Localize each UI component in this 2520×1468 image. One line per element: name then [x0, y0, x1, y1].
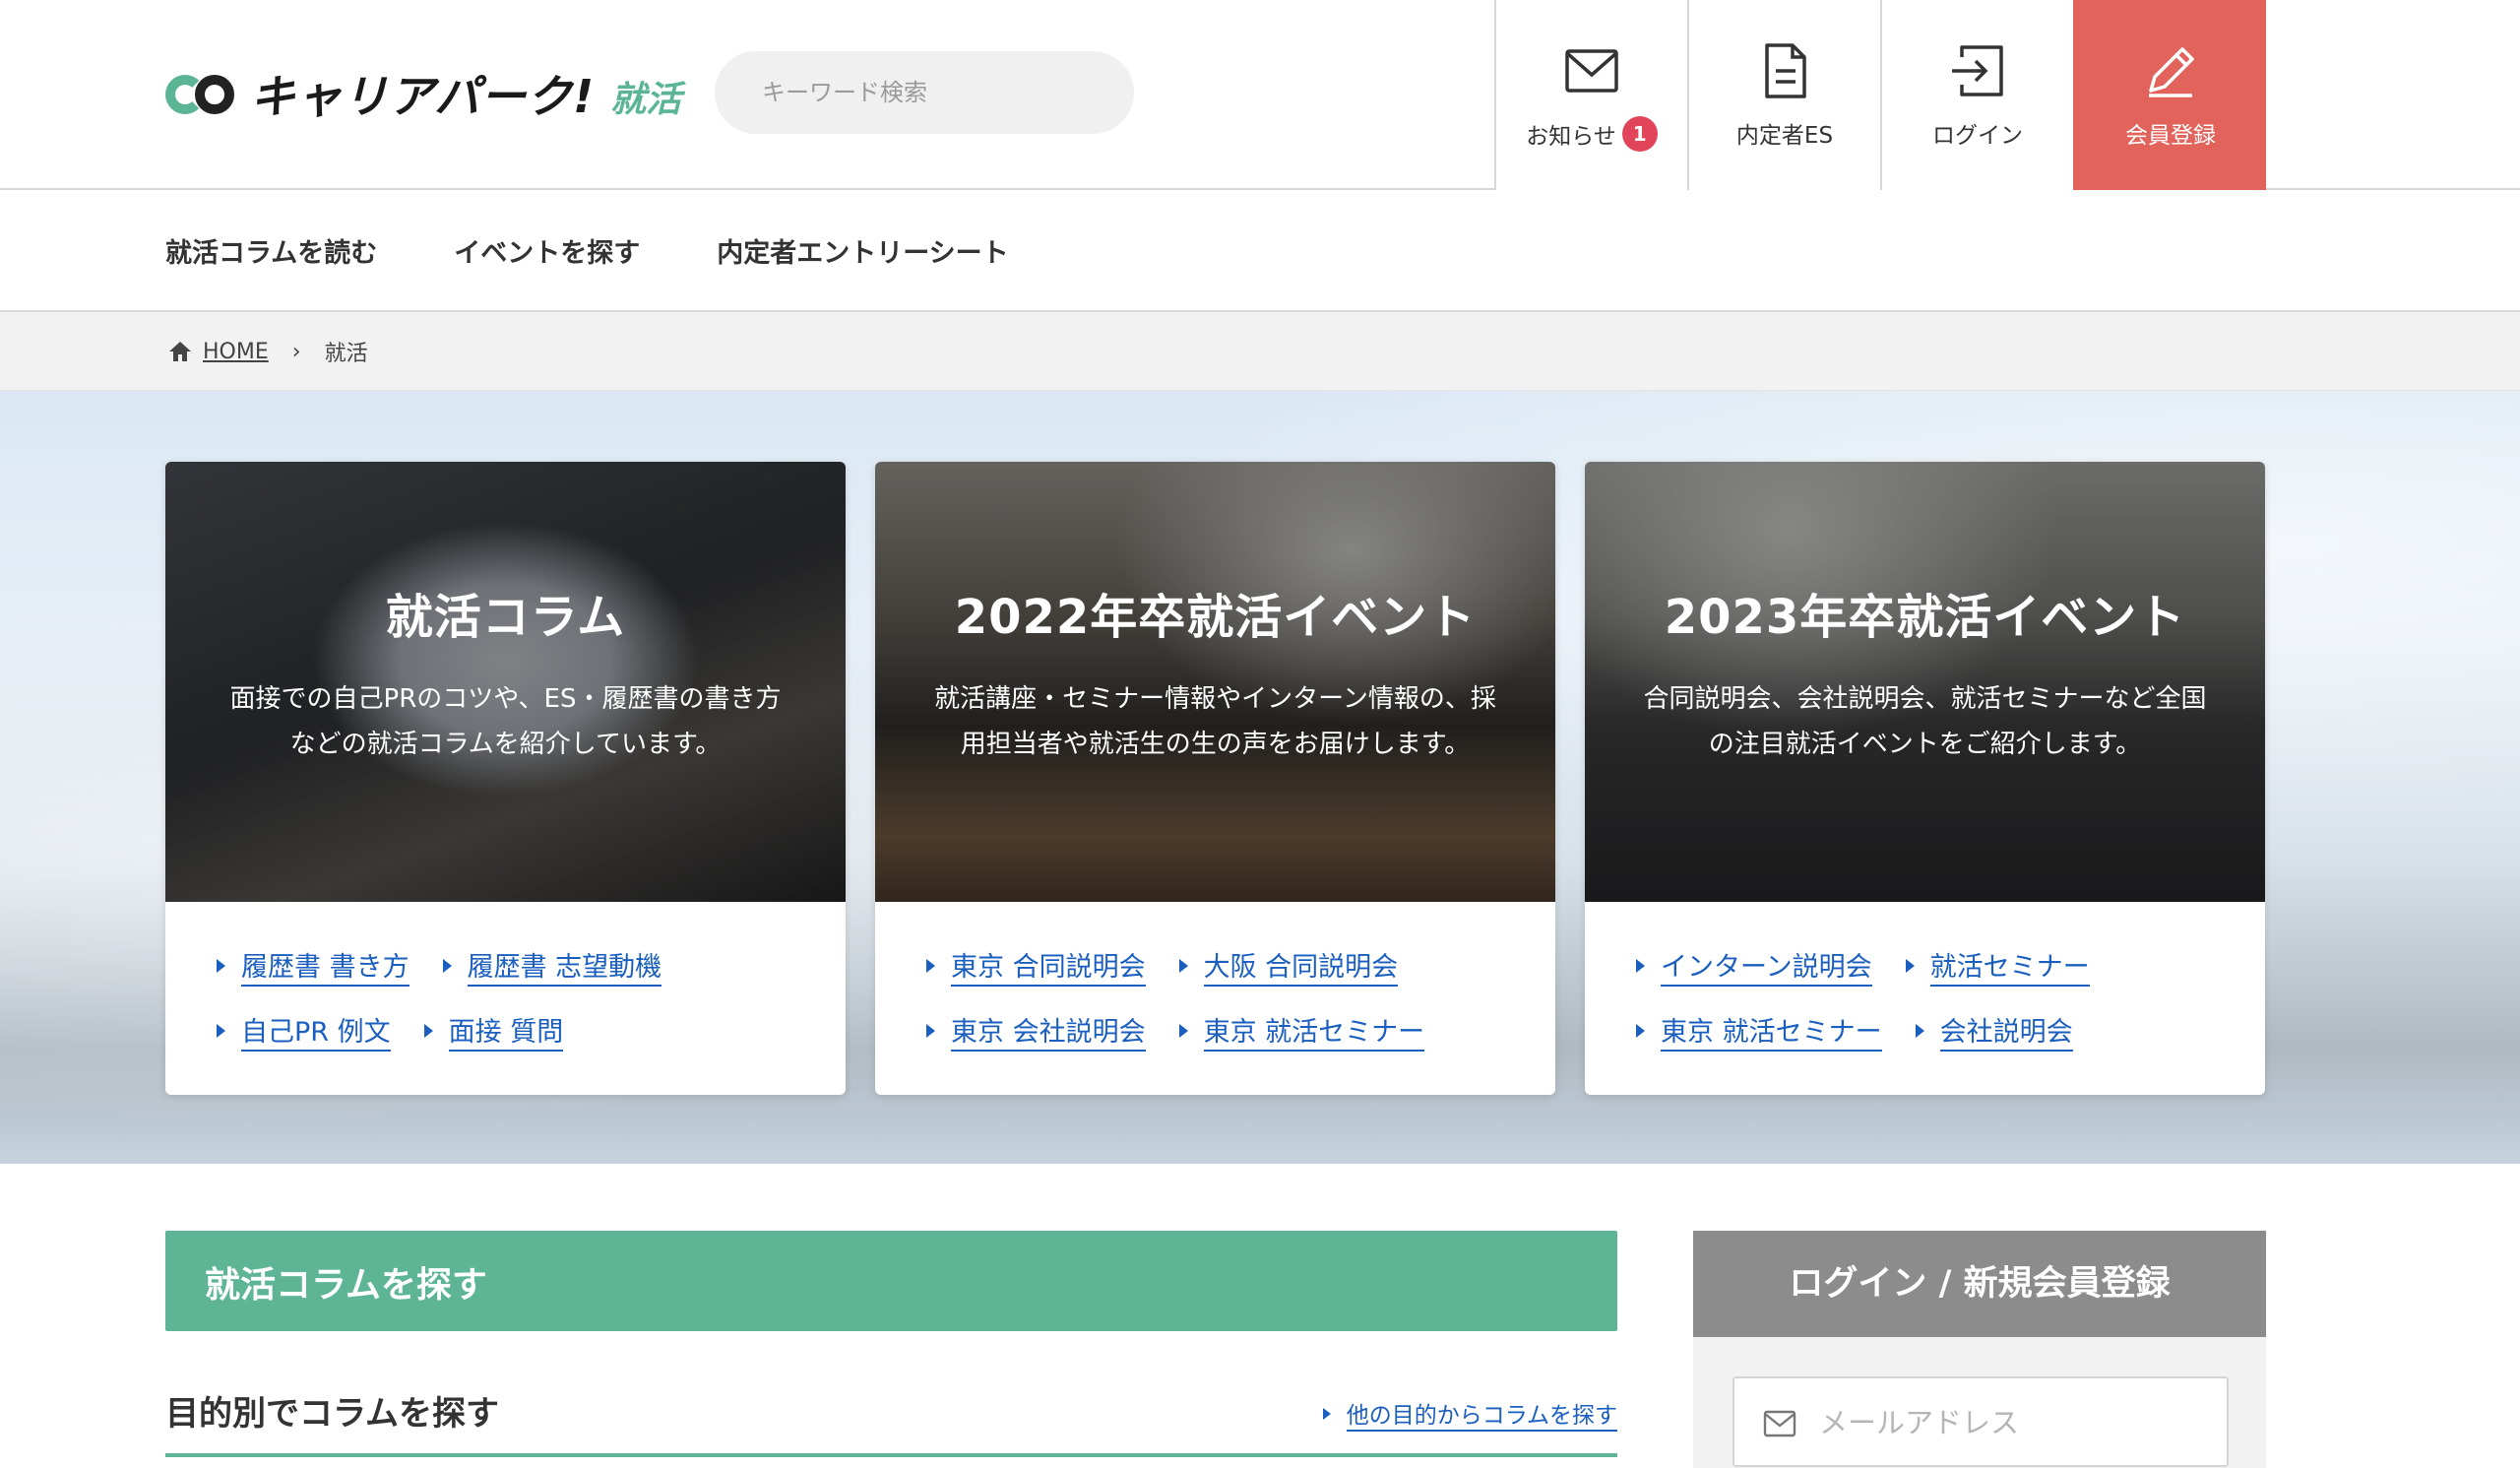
card-link[interactable]: 履歴書 志望動機	[442, 945, 662, 987]
nav-find-events[interactable]: イベントを探す	[454, 231, 640, 270]
card-link[interactable]: 東京 会社説明会	[926, 1010, 1146, 1052]
card-link[interactable]: 東京 就活セミナー	[1636, 1010, 1882, 1052]
mail-icon	[1763, 1410, 1796, 1437]
section-title: 就活コラムを探す	[205, 1265, 487, 1306]
card-2023-events: 2023年卒就活イベント 合同説明会、会社説明会、就活セミナーなど全国 の注目就…	[1585, 462, 2265, 1095]
section-header: 就活コラムを探す	[165, 1231, 1617, 1331]
breadcrumb-home-link[interactable]: HOME	[203, 340, 269, 364]
search-input[interactable]	[762, 71, 1057, 114]
card-links: 履歴書 書き方 履歴書 志望動機 自己PR 例文 面接 質問	[217, 946, 816, 1076]
card-description: 就活講座・セミナー情報やインターン情報の、採 用担当者や就活生の生の声をお届けし…	[934, 684, 1496, 759]
email-input[interactable]	[1819, 1398, 2193, 1447]
news-label: お知らせ	[1526, 124, 1616, 150]
card-column: 就活コラム 面接での自己PRのコツや、ES・履歴書の書き方 などの就活コラムを紹…	[165, 462, 846, 1095]
card-links: インターン説明会 就活セミナー 東京 就活セミナー 会社説明会	[1636, 946, 2236, 1076]
notification-badge: 1	[1621, 116, 1658, 152]
document-icon	[1765, 43, 1806, 98]
purpose-title: 目的別でコラムを探す	[165, 1394, 499, 1434]
card-link[interactable]: 東京 合同説明会	[926, 945, 1146, 987]
email-field-wrapper	[1732, 1376, 2229, 1467]
offer-es-button[interactable]: 内定者ES	[1687, 0, 1880, 190]
card-link[interactable]: 会社説明会	[1915, 1010, 2073, 1052]
keyword-search	[715, 51, 1822, 134]
login-panel-title: ログイン / 新規会員登録	[1693, 1231, 2266, 1337]
card-link[interactable]: 就活セミナー	[1905, 945, 2090, 987]
card-title: 就活コラム	[385, 590, 626, 645]
card-image[interactable]: 就活コラム 面接での自己PRのコツや、ES・履歴書の書き方 などの就活コラムを紹…	[165, 462, 846, 902]
other-purpose-link[interactable]: 他の目的からコラムを探す	[1322, 1396, 1617, 1432]
card-description: 合同説明会、会社説明会、就活セミナーなど全国 の注目就活イベントをご紹介します。	[1643, 684, 2207, 759]
card-links: 東京 合同説明会 大阪 合同説明会 東京 会社説明会 東京 就活セミナー	[926, 946, 1526, 1076]
pencil-icon	[2149, 47, 2194, 97]
breadcrumb: HOME › 就活	[0, 312, 2520, 391]
logo-mark-icon	[165, 73, 240, 114]
card-link[interactable]: 面接 質問	[423, 1010, 564, 1052]
breadcrumb-separator: ›	[291, 339, 301, 364]
card-2022-events: 2022年卒就活イベント 就活講座・セミナー情報やインターン情報の、採 用担当者…	[875, 462, 1555, 1095]
login-icon	[1952, 45, 2003, 96]
offer-es-label: 内定者ES	[1735, 123, 1834, 149]
mail-icon	[1565, 49, 1618, 93]
logo-sub-text: 就活	[610, 80, 682, 120]
card-link[interactable]: 東京 就活セミナー	[1178, 1010, 1425, 1052]
register-label: 会員登録	[2125, 123, 2216, 149]
breadcrumb-current: 就活	[324, 342, 368, 366]
login-panel: ログイン / 新規会員登録	[1693, 1231, 2266, 1468]
purpose-header: 目的別でコラムを探す 他の目的からコラムを探す	[165, 1378, 1617, 1457]
hero-section: 就活コラム 面接での自己PRのコツや、ES・履歴書の書き方 などの就活コラムを紹…	[0, 391, 2520, 1164]
site-logo[interactable]: キャリアパーク! 就活	[165, 67, 682, 123]
nav-read-columns[interactable]: 就活コラムを読む	[165, 231, 377, 270]
login-button[interactable]: ログイン	[1880, 0, 2073, 190]
card-image[interactable]: 2023年卒就活イベント 合同説明会、会社説明会、就活セミナーなど全国 の注目就…	[1585, 462, 2265, 902]
site-header: キャリアパーク! 就活 お知らせ 1 内	[0, 0, 2520, 190]
global-nav: 就活コラムを読む イベントを探す 内定者エントリーシート	[0, 190, 2520, 312]
card-link[interactable]: 自己PR 例文	[217, 1010, 391, 1052]
card-description: 面接での自己PRのコツや、ES・履歴書の書き方 などの就活コラムを紹介しています…	[229, 684, 782, 759]
card-image[interactable]: 2022年卒就活イベント 就活講座・セミナー情報やインターン情報の、採 用担当者…	[875, 462, 1555, 902]
card-title: 2023年卒就活イベント	[1664, 590, 2186, 645]
home-icon	[169, 342, 191, 361]
news-button[interactable]: お知らせ 1	[1494, 0, 1687, 190]
register-button[interactable]: 会員登録	[2073, 0, 2266, 190]
card-title: 2022年卒就活イベント	[954, 590, 1477, 645]
nav-entry-sheets[interactable]: 内定者エントリーシート	[717, 231, 1008, 270]
logo-text: キャリアパーク!	[250, 70, 596, 123]
card-link[interactable]: 履歴書 書き方	[217, 945, 410, 987]
header-nav: お知らせ 1 内定者ES ログイン 会員登録	[1494, 0, 2266, 190]
card-link[interactable]: インターン説明会	[1636, 945, 1872, 987]
card-link[interactable]: 大阪 合同説明会	[1178, 945, 1399, 987]
login-label: ログイン	[1932, 123, 2023, 149]
